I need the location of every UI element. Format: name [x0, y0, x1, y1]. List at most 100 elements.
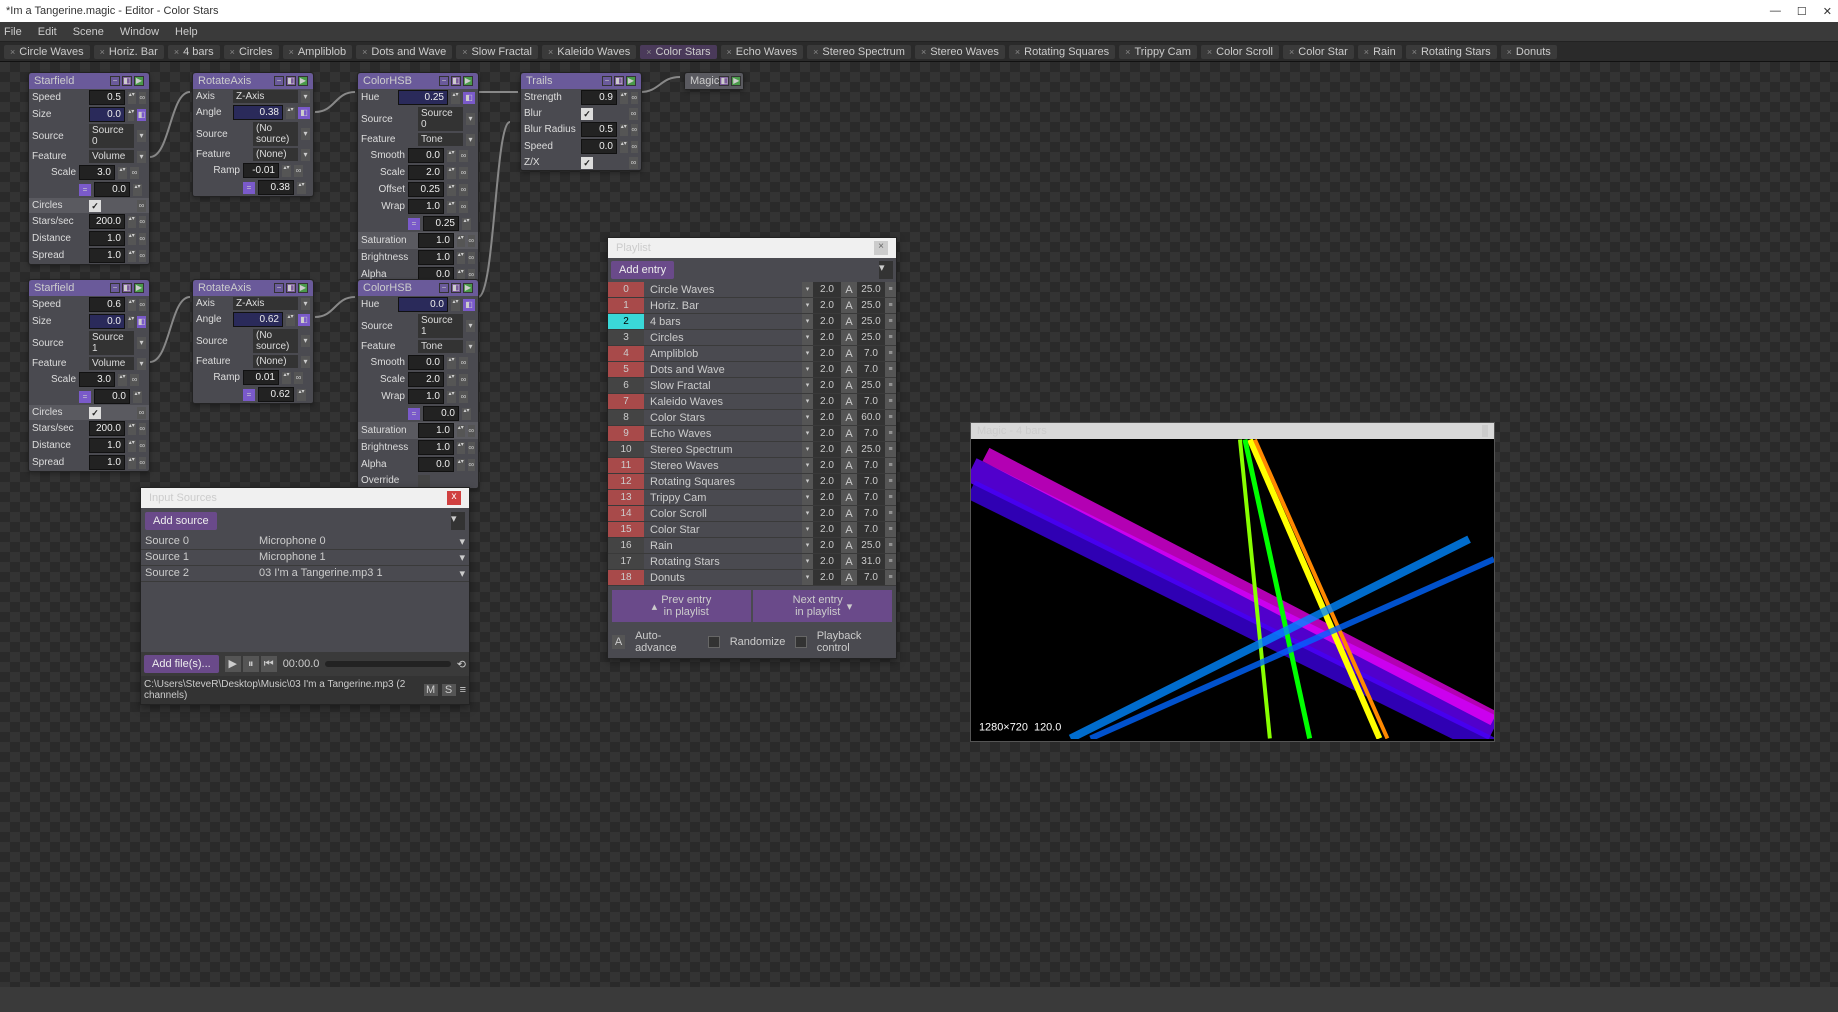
playlist-auto[interactable]: A	[841, 474, 857, 489]
playlist-duration[interactable]: 25.0	[857, 538, 885, 553]
blurradius-input[interactable]: 0.5	[581, 122, 617, 137]
playlist-row[interactable]: 13Trippy Cam▾2.0A7.0≡	[608, 490, 896, 506]
link-icon[interactable]: ∞	[459, 150, 468, 162]
chevron-down-icon[interactable]: ▾	[802, 394, 813, 409]
spinner-icon[interactable]: ▴▾	[286, 107, 295, 119]
playlist-duration[interactable]: 25.0	[857, 442, 885, 457]
close-tab-icon[interactable]: ×	[1289, 47, 1294, 57]
chevron-down-icon[interactable]: ▾	[137, 130, 146, 142]
link-icon[interactable]: ∞	[459, 374, 468, 386]
close-tab-icon[interactable]: ×	[462, 47, 467, 57]
node-ctrl-icon[interactable]: ▶	[134, 76, 144, 86]
playlist-row[interactable]: 1Horiz. Bar▾2.0A25.0≡	[608, 298, 896, 314]
playlist-duration[interactable]: 7.0	[857, 362, 885, 377]
seek-slider[interactable]	[325, 661, 450, 667]
playlist-auto[interactable]: A	[841, 490, 857, 505]
link-icon[interactable]: ∞	[294, 372, 303, 384]
minus-icon[interactable]: −	[110, 76, 120, 86]
spinner-icon[interactable]: ▴▾	[128, 457, 136, 469]
link-icon[interactable]: ∞	[139, 423, 147, 435]
tab-stereo-spectrum[interactable]: ×Stereo Spectrum	[807, 45, 911, 59]
source-select[interactable]: Source 1	[418, 314, 463, 338]
link-icon[interactable]: ∞	[130, 374, 139, 386]
chevron-down-icon[interactable]: ▾	[301, 128, 310, 140]
menu-icon[interactable]: ≡	[885, 426, 896, 441]
close-tab-icon[interactable]: ×	[1412, 47, 1417, 57]
spinner-icon[interactable]: ▴▾	[447, 357, 456, 369]
saturation-input[interactable]: 1.0	[418, 423, 454, 438]
playlist-fade[interactable]: 2.0	[813, 282, 841, 297]
node-ctrl-icon[interactable]: ▶	[463, 283, 473, 293]
node-ctrl-icon[interactable]: ◧	[451, 76, 461, 86]
randomize-checkbox[interactable]	[708, 636, 719, 648]
smooth-input[interactable]: 0.0	[408, 148, 444, 163]
chevron-down-icon[interactable]: ▾	[802, 330, 813, 345]
playlist-row[interactable]: 6Slow Fractal▾2.0A25.0≡	[608, 378, 896, 394]
playlist-auto[interactable]: A	[841, 442, 857, 457]
spinner-icon[interactable]: ▴▾	[457, 425, 465, 437]
close-tab-icon[interactable]: ×	[1364, 47, 1369, 57]
close-icon[interactable]: x	[447, 491, 461, 505]
close-tab-icon[interactable]: ×	[362, 47, 367, 57]
spinner-icon[interactable]: ▴▾	[451, 299, 460, 311]
playlist-duration[interactable]: 25.0	[857, 330, 885, 345]
node-header[interactable]: ColorHSB−◧▶	[358, 73, 478, 89]
chevron-down-icon[interactable]: ▾	[137, 337, 146, 349]
spinner-icon[interactable]: ▴▾	[128, 109, 134, 121]
chevron-down-icon[interactable]: ▾	[451, 512, 465, 530]
node-ctrl-icon[interactable]: ◧	[122, 76, 132, 86]
offset-input[interactable]: 0.25	[408, 182, 444, 197]
playlist-row[interactable]: 9Echo Waves▾2.0A7.0≡	[608, 426, 896, 442]
node-starfield-2[interactable]: Starfield−◧▶ Speed0.6▴▾∞ Size0.0▴▾◧ Sour…	[28, 279, 150, 472]
chevron-down-icon[interactable]: ▾	[802, 474, 813, 489]
playlist-row[interactable]: 15Color Star▾2.0A7.0≡	[608, 522, 896, 538]
spinner-icon[interactable]: ▴▾	[128, 92, 136, 104]
chevron-down-icon[interactable]: ▾	[802, 410, 813, 425]
tab-circle-waves[interactable]: ×Circle Waves	[4, 45, 90, 59]
tab-color-stars[interactable]: ×Color Stars	[640, 45, 716, 59]
starssec-input[interactable]: 200.0	[89, 421, 125, 436]
scale-input[interactable]: 3.0	[79, 372, 115, 387]
tab-trippy-cam[interactable]: ×Trippy Cam	[1119, 45, 1197, 59]
tab-rain[interactable]: ×Rain	[1358, 45, 1402, 59]
link-icon[interactable]: ∞	[459, 167, 468, 179]
playlist-row[interactable]: 18Donuts▾2.0A7.0≡	[608, 570, 896, 586]
next-entry-button[interactable]: Next entry in playlist▾	[753, 590, 892, 622]
playlist-fade[interactable]: 2.0	[813, 330, 841, 345]
playlist-fade[interactable]: 2.0	[813, 538, 841, 553]
spinner-icon[interactable]: ▴▾	[447, 391, 456, 403]
value-input[interactable]: 0.38	[258, 180, 294, 195]
modulate-icon[interactable]: ◧	[298, 107, 310, 119]
node-header[interactable]: RotateAxis−◧▶	[193, 73, 313, 89]
spinner-icon[interactable]: ▴▾	[457, 235, 465, 247]
playlist-auto[interactable]: A	[841, 554, 857, 569]
node-trails[interactable]: Trails−◧▶ Strength0.9▴▾∞ Blur✓∞ Blur Rad…	[520, 72, 642, 171]
chevron-down-icon[interactable]: ▾	[459, 567, 465, 580]
panel-header[interactable]: Playlist×	[608, 238, 896, 258]
spinner-icon[interactable]: ▴▾	[447, 150, 456, 162]
node-ctrl-icon[interactable]: ▶	[298, 283, 308, 293]
close-icon[interactable]: ×	[874, 241, 888, 255]
chevron-down-icon[interactable]: ▾	[802, 346, 813, 361]
playlist-fade[interactable]: 2.0	[813, 442, 841, 457]
zx-checkbox[interactable]: ✓	[581, 157, 593, 169]
chevron-down-icon[interactable]: ▾	[459, 535, 465, 548]
panel-header[interactable]: Input Sourcesx	[141, 488, 469, 508]
size-input[interactable]: 0.0	[89, 107, 125, 122]
feature-select[interactable]: Volume	[89, 150, 134, 163]
node-header[interactable]: Starfield−◧▶	[29, 280, 149, 296]
link-icon[interactable]: ∞	[139, 299, 147, 311]
spinner-icon[interactable]: ▴▾	[462, 218, 471, 230]
ramp-input[interactable]: 0.01	[243, 370, 279, 385]
menu-icon[interactable]: ≡	[885, 362, 896, 377]
node-ctrl-icon[interactable]: ◧	[286, 283, 296, 293]
link-icon[interactable]: ∞	[139, 92, 147, 104]
node-header[interactable]: ColorHSB−◧▶	[358, 280, 478, 296]
minus-icon[interactable]: −	[110, 283, 120, 293]
loop-icon[interactable]: ⟲	[457, 658, 466, 671]
spinner-icon[interactable]: ▴▾	[451, 92, 460, 104]
node-ctrl-icon[interactable]: ◧	[719, 76, 729, 86]
spinner-icon[interactable]: ▴▾	[620, 92, 628, 104]
playlist-row[interactable]: 12Rotating Squares▾2.0A7.0≡	[608, 474, 896, 490]
playlist-auto[interactable]: A	[841, 298, 857, 313]
